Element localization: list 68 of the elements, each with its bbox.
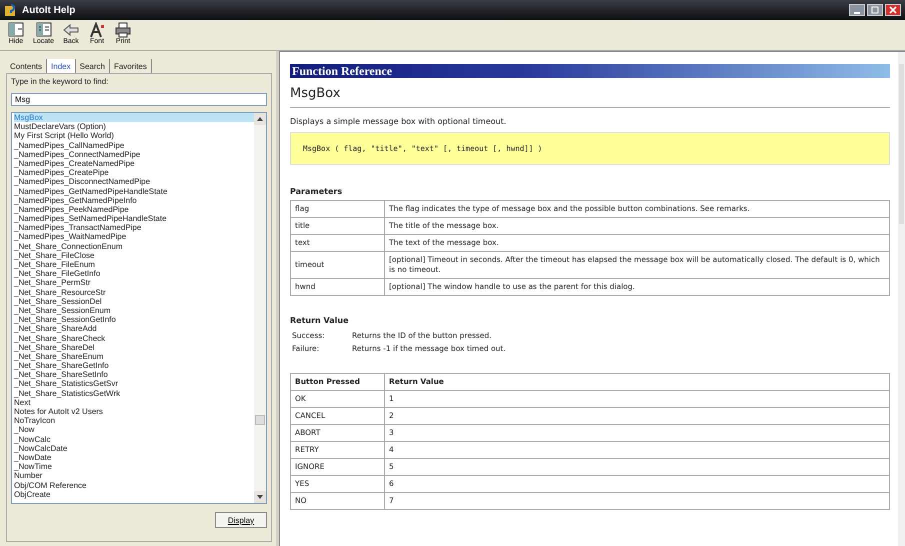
- tab[interactable]: Index: [47, 59, 76, 73]
- index-item[interactable]: _Net_Share_ResourceStr: [14, 288, 254, 297]
- index-item[interactable]: _NamedPipes_CreatePipe: [14, 168, 254, 178]
- maximize-button[interactable]: [867, 4, 883, 16]
- return-value-heading: Return Value: [290, 316, 350, 325]
- index-item[interactable]: _Net_Share_SessionDel: [14, 296, 254, 306]
- printer-icon: [114, 22, 132, 38]
- index-item[interactable]: _NamedPipes_ConnectNamedPipe: [14, 150, 254, 159]
- index-item[interactable]: _NowCalc: [14, 434, 254, 444]
- page-title: MsgBox: [290, 78, 890, 108]
- keyword-field[interactable]: Msg: [11, 93, 267, 106]
- scroll-thumb[interactable]: [899, 64, 904, 224]
- index-item[interactable]: _Net_Share_SessionEnum: [14, 306, 254, 316]
- window-title: AutoIt Help: [22, 4, 76, 16]
- display-button[interactable]: Display: [215, 512, 267, 528]
- index-item[interactable]: Obj/COM Reference: [14, 480, 254, 490]
- index-item[interactable]: _Net_Share_ConnectionEnum: [14, 242, 254, 251]
- letter-icon: [88, 22, 106, 38]
- index-item[interactable]: _NowCalcDate: [14, 444, 254, 453]
- description: Displays a simple message box with optional timeout.: [290, 117, 508, 126]
- index-item[interactable]: _Net_Share_FileClose: [14, 250, 254, 260]
- left-arrow-icon: [62, 22, 80, 38]
- section-header: Function Reference: [290, 64, 890, 78]
- minimize-button[interactable]: [849, 4, 865, 16]
- index-item[interactable]: _NowDate: [14, 452, 254, 462]
- index-item[interactable]: _NamedPipes_CreateNamedPipe: [14, 158, 254, 168]
- index-item[interactable]: Notes for AutoIt v2 Users: [14, 407, 254, 416]
- index-item[interactable]: My First Script (Hello World): [14, 131, 254, 141]
- index-item[interactable]: _Net_Share_ShareCheck: [14, 334, 254, 343]
- index-item[interactable]: _Net_Share_FileEnum: [14, 260, 254, 270]
- index-item[interactable]: _Net_Share_FileGetInfo: [14, 269, 254, 278]
- index-item[interactable]: _NamedPipes_SetNamedPipeHandleState: [14, 214, 254, 224]
- index-item[interactable]: _Net_Share_ShareGetInfo: [14, 361, 254, 370]
- index-item[interactable]: Number: [14, 471, 254, 480]
- scroll-thumb[interactable]: [255, 415, 265, 425]
- index-item[interactable]: _Net_Share_ShareDel: [14, 342, 254, 352]
- index-item[interactable]: _Net_Share_ShareEnum: [14, 352, 254, 362]
- parameters-heading: Parameters: [290, 187, 344, 196]
- scrollbar[interactable]: [898, 52, 905, 546]
- scrollbar[interactable]: [254, 113, 266, 503]
- index-item[interactable]: _Net_Share_SessionGetInfo: [14, 315, 254, 324]
- index-item[interactable]: NoTrayIcon: [14, 416, 254, 426]
- index-item[interactable]: _NamedPipes_WaitNamedPipe: [14, 232, 254, 242]
- index-item[interactable]: _NamedPipes_DisconnectNamedPipe: [14, 177, 254, 186]
- index-item[interactable]: _Now: [14, 425, 254, 435]
- close-button[interactable]: [885, 4, 901, 16]
- index-item[interactable]: _Net_Share_StatisticsGetSvr: [14, 379, 254, 389]
- index-item[interactable]: _Net_Share_ShareAdd: [14, 324, 254, 334]
- index-item[interactable]: ObjCreate: [14, 490, 254, 499]
- close-icon: [889, 6, 897, 14]
- panel-icon: [7, 22, 25, 38]
- scroll-up-icon[interactable]: [257, 117, 263, 121]
- maximize-icon: [871, 6, 879, 14]
- index-item[interactable]: _NamedPipes_GetNamedPipeHandleState: [14, 186, 254, 196]
- index-item[interactable]: _Net_Share_PermStr: [14, 278, 254, 288]
- index-item[interactable]: _NamedPipes_PeekNamedPipe: [14, 204, 254, 214]
- index-item[interactable]: _NowTime: [14, 462, 254, 472]
- index-item[interactable]: _Net_Share_ShareSetInfo: [14, 370, 254, 380]
- index-item[interactable]: Next: [14, 398, 254, 407]
- index-item[interactable]: _Net_Share_StatisticsGetWrk: [14, 388, 254, 398]
- index-item[interactable]: _NamedPipes_TransactNamedPipe: [14, 223, 254, 232]
- keyword-label: Type in the keyword to find:: [11, 77, 110, 86]
- index-item[interactable]: _NamedPipes_CallNamedPipe: [14, 140, 254, 150]
- panel-list-icon: [34, 22, 53, 38]
- scroll-down-icon[interactable]: [257, 495, 263, 499]
- index-item[interactable]: _NamedPipes_GetNamedPipeInfo: [14, 196, 254, 205]
- help-book-icon: [4, 3, 18, 17]
- index-item[interactable]: MustDeclareVars (Option): [14, 122, 254, 132]
